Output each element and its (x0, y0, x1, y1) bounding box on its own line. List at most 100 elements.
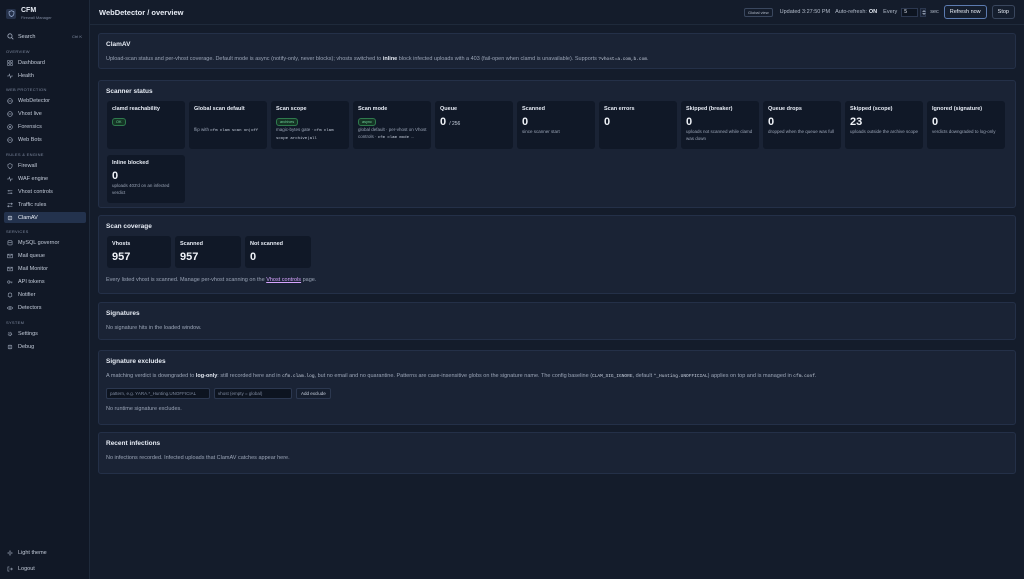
gear-icon (7, 331, 13, 336)
scan-coverage-card: Scan coverage Vhosts 957 Scanned 957 Not… (98, 215, 1016, 294)
tile-title: Vhosts (112, 241, 131, 247)
sidebar-search[interactable]: Search Ctrl K (4, 31, 85, 42)
tile-title: Scan scope (276, 106, 307, 112)
sidebar-item-mail-monitor[interactable]: Mail Monitor (4, 263, 86, 274)
interval-stepper[interactable] (920, 7, 927, 17)
logout-button[interactable]: Logout (4, 563, 86, 574)
excludes-description: A matching verdict is downgraded to log-… (106, 373, 817, 379)
sidebar-item-waf-engine[interactable]: WAF engine (4, 173, 86, 184)
sidebar-item-forensics[interactable]: Forensics (4, 121, 86, 132)
eye-icon (7, 305, 13, 310)
top-header: WebDetector / overview Global view Updat… (90, 0, 1024, 25)
sidebar-item-api-tokens[interactable]: API tokens (4, 276, 86, 287)
tile-title: Scan mode (358, 106, 388, 112)
tile-coverage-scanned: Scanned 957 (175, 236, 241, 268)
tile-title: Queue (440, 106, 458, 112)
sidebar-item-vhost-controls[interactable]: Vhost controls (4, 186, 86, 197)
logout-label: Logout (18, 565, 35, 572)
stop-button[interactable]: Stop (991, 5, 1015, 19)
globe-icon (7, 110, 13, 117)
scope-badge[interactable]: Global view (743, 7, 773, 17)
page-title: WebDetector / overview (99, 7, 184, 17)
tile-description: global default · per-vhost on Vhost cont… (358, 127, 427, 140)
shield-icon (7, 162, 13, 169)
tile-title: Scanned (180, 241, 203, 247)
scanner-status-card: Scanner status clamd reachability OK Glo… (98, 80, 1016, 208)
sidebar-item-detectors[interactable]: Detectors (4, 302, 86, 313)
sidebar-item-mysql-governor[interactable]: MySQL governor (4, 237, 86, 248)
pattern-input[interactable]: pattern, e.g. YARA.*_Hunting.UNOFFICIAL (106, 388, 210, 399)
tile-queue-drops: Queue drops 0 dropped when the queue was… (763, 101, 841, 149)
sidebar-item-webdetector[interactable]: WebDetector (4, 95, 86, 106)
shield-logo-icon (6, 8, 16, 19)
target-icon (7, 123, 13, 130)
bug-icon (7, 215, 13, 220)
pulse-icon (7, 72, 13, 79)
status-badge: OK (112, 118, 126, 126)
signatures-empty: No signature hits in the loaded window. (106, 325, 202, 331)
add-exclude-button[interactable]: Add exclude (296, 388, 331, 399)
sidebar-item-label: Vhost live (18, 110, 42, 117)
logout-icon (7, 566, 13, 571)
search-label: Search (18, 33, 36, 40)
sidebar-item-health[interactable]: Health (4, 70, 86, 81)
sun-icon (7, 549, 13, 556)
signature-excludes-card: Signature excludes A matching verdict is… (98, 350, 1016, 425)
tile-value: 0 (932, 116, 939, 128)
tile-description: uploads not scanned while clamd was down (686, 129, 753, 141)
search-shortcut: Ctrl K (72, 34, 82, 39)
tile-ignored-signature: Ignored (signature) 0 verdicts downgrade… (927, 101, 1005, 149)
tile-title: Not scanned (250, 241, 284, 247)
section-system: System (6, 320, 25, 325)
tile-description: uploads outside the archive scope (850, 129, 919, 134)
sidebar-item-vhost-live[interactable]: Vhost live (4, 108, 86, 119)
refresh-now-button[interactable]: Refresh now (943, 5, 987, 19)
vhost-controls-link[interactable]: Vhost controls (266, 277, 301, 283)
tile-title: Global scan default (194, 106, 245, 112)
tile-title: Inline blocked (112, 160, 149, 166)
sidebar-item-label: Debug (18, 343, 35, 350)
sidebar-item-web-bots[interactable]: Web Bots (4, 134, 86, 145)
excludes-empty: No runtime signature excludes. (106, 406, 182, 412)
tile-value: 0 (250, 251, 257, 263)
clamav-card: ClamAV Upload-scan status and per-vhost … (98, 33, 1016, 69)
light-theme-toggle[interactable]: Light theme (4, 547, 86, 558)
sidebar-item-label: Firewall (18, 162, 37, 169)
sidebar-item-notifier[interactable]: Notifier (4, 289, 86, 300)
brand-subtitle: Firewall Manager (21, 15, 52, 20)
refresh-interval-input[interactable]: 5 (901, 7, 919, 17)
tile-queue: Queue 0 / 256 (435, 101, 513, 149)
sidebar-item-settings[interactable]: Settings (4, 328, 86, 339)
auto-refresh-state[interactable]: ON (869, 9, 877, 15)
sidebar-item-traffic-rules[interactable]: Traffic rules (4, 199, 86, 210)
tile-value: 0 / 256 (440, 116, 461, 128)
globe-icon (7, 97, 13, 104)
brand[interactable]: CFM Firewall Manager (6, 7, 52, 20)
section-rules-engine: Rules & engine (6, 152, 44, 157)
sidebar-item-dashboard[interactable]: Dashboard (4, 57, 86, 68)
sidebar-item-debug[interactable]: Debug (4, 341, 86, 352)
globe-icon (7, 136, 13, 143)
tile-scan-errors: Scan errors 0 (599, 101, 677, 149)
sidebar-item-label: ClamAV (18, 214, 38, 221)
section-services: Services (6, 229, 29, 234)
tile-description: verdicts downgraded to log-only (932, 129, 996, 134)
sidebar-item-mail-queue[interactable]: Mail queue (4, 250, 86, 261)
vhost-input[interactable]: vhost (empty = global) (214, 388, 292, 399)
clamav-description: Upload-scan status and per-vhost coverag… (106, 56, 649, 62)
tile-scan-mode: Scan mode async global default · per-vho… (353, 101, 431, 149)
tile-vhosts: Vhosts 957 (107, 236, 171, 268)
tile-value: 957 (180, 251, 199, 263)
sidebar-item-label: API tokens (18, 278, 45, 285)
key-icon (7, 280, 13, 283)
sidebar-item-firewall[interactable]: Firewall (4, 160, 86, 171)
tile-value: 0 (768, 116, 775, 128)
grid-icon (7, 59, 13, 66)
sliders-icon (7, 189, 13, 194)
tile-skipped-scope: Skipped (scope) 23 uploads outside the a… (845, 101, 923, 149)
bug-icon (7, 344, 13, 349)
bell-icon (7, 292, 13, 298)
sidebar-item-label: Web Bots (18, 136, 42, 143)
tile-title: Skipped (breaker) (686, 106, 733, 112)
sidebar-item-clamav[interactable]: ClamAV (4, 212, 86, 223)
